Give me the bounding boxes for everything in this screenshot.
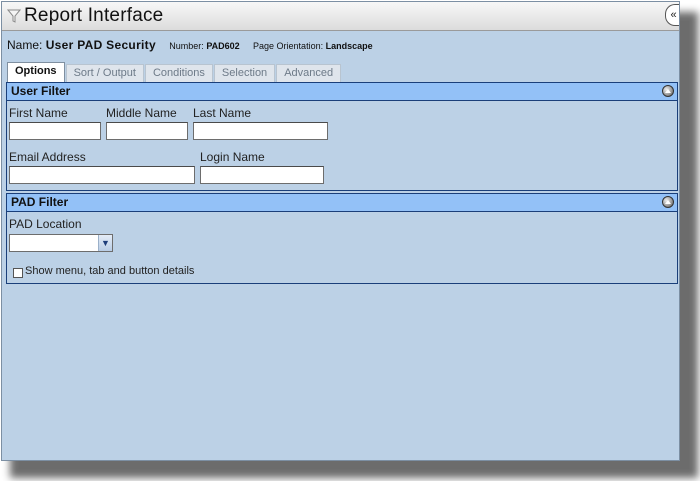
- collapse-circle-icon[interactable]: [662, 196, 674, 208]
- double-chevron-left-icon: «: [670, 9, 677, 21]
- page-orientation: Page Orientation: Landscape: [253, 41, 373, 51]
- filter-funnel-icon: [7, 9, 21, 23]
- collapse-panel-button[interactable]: «: [665, 4, 679, 26]
- pad-location-value: [10, 239, 12, 251]
- pad-location-select[interactable]: ▼: [9, 234, 113, 252]
- last-name-field[interactable]: [193, 122, 328, 140]
- login-name-label: Login Name: [200, 150, 265, 164]
- show-details-checkbox[interactable]: [13, 268, 23, 278]
- pad-filter-panel: PAD Filter PAD Location ▼ Show menu, tab…: [6, 193, 678, 284]
- pad-filter-header: PAD Filter: [7, 194, 677, 212]
- report-number: Number: PAD602: [169, 41, 239, 51]
- login-name-field[interactable]: [200, 166, 324, 184]
- tab-bar: Options Sort / Output Conditions Selecti…: [7, 62, 342, 82]
- window-title: Report Interface: [24, 5, 164, 26]
- email-address-label: Email Address: [9, 150, 86, 164]
- email-address-field[interactable]: [9, 166, 195, 184]
- user-filter-header: User Filter: [7, 83, 677, 101]
- orientation-label: Page Orientation:: [253, 41, 324, 51]
- chevron-down-icon[interactable]: ▼: [98, 235, 112, 251]
- last-name-label: Last Name: [193, 106, 252, 120]
- collapse-circle-icon[interactable]: [662, 85, 674, 97]
- pad-location-label: PAD Location: [9, 217, 82, 231]
- title-bar: Report Interface: [2, 2, 679, 31]
- number-value: PAD602: [206, 41, 240, 51]
- first-name-label: First Name: [9, 106, 68, 120]
- pad-filter-title: PAD Filter: [11, 195, 69, 209]
- report-info: Name: User PAD Security Number: PAD602 P…: [7, 38, 373, 52]
- tab-sort-output[interactable]: Sort / Output: [65, 64, 144, 82]
- tab-conditions[interactable]: Conditions: [144, 64, 213, 82]
- report-interface-window: Report Interface « Name: User PAD Securi…: [1, 1, 680, 461]
- tab-options[interactable]: Options: [7, 62, 65, 82]
- tab-selection[interactable]: Selection: [213, 64, 276, 82]
- name-label: Name:: [7, 38, 43, 52]
- middle-name-field[interactable]: [106, 122, 188, 140]
- tab-advanced[interactable]: Advanced: [276, 64, 342, 82]
- orientation-value: Landscape: [325, 41, 373, 51]
- report-name: User PAD Security: [45, 38, 156, 52]
- middle-name-label: Middle Name: [106, 106, 177, 120]
- show-details-label: Show menu, tab and button details: [25, 265, 195, 277]
- user-filter-panel: User Filter First Name Middle Name Last …: [6, 82, 678, 191]
- number-label: Number:: [169, 41, 204, 51]
- user-filter-title: User Filter: [11, 84, 71, 98]
- first-name-field[interactable]: [9, 122, 101, 140]
